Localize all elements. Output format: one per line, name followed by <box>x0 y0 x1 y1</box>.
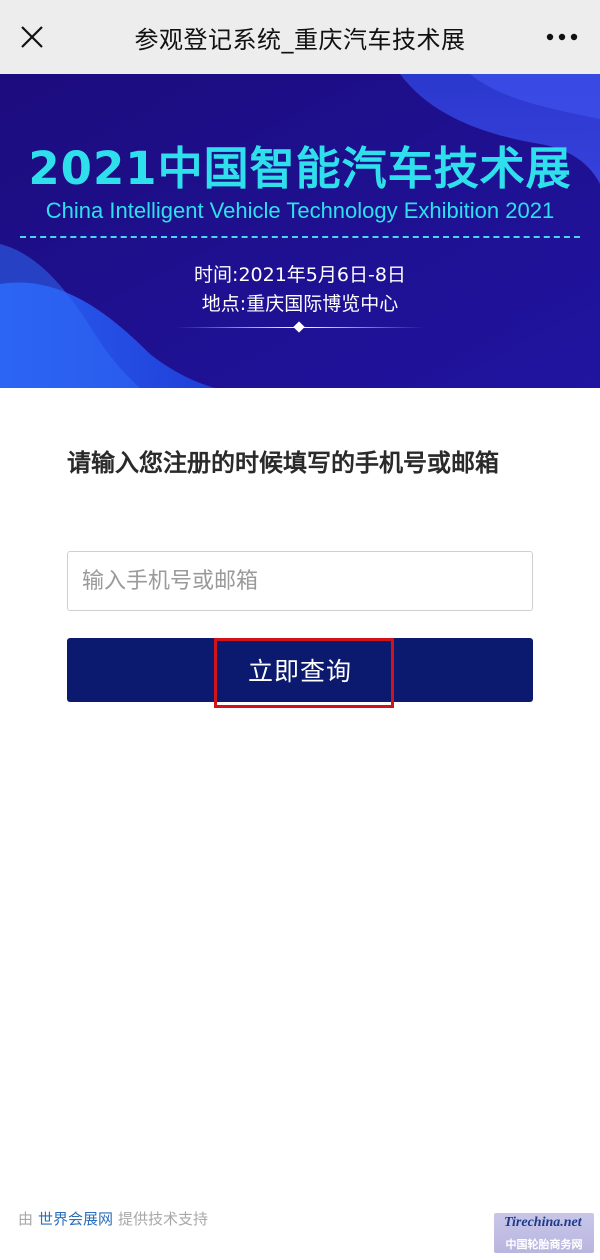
close-icon <box>21 26 43 48</box>
watermark-text: 中国轮胎商务网 <box>505 1238 583 1251</box>
more-button[interactable] <box>540 19 584 55</box>
exhibition-banner: 2021中国智能汽车技术展 China Intelligent Vehicle … <box>0 74 600 388</box>
page-title: 参观登记系统_重庆汽车技术展 <box>134 25 466 54</box>
banner-title: 2021中国智能汽车技术展 <box>28 142 572 195</box>
query-prompt: 请输入您注册的时候填写的手机号或邮箱 <box>67 449 499 477</box>
watermark-logo: Tirechina.net 中国轮胎商务网 <box>494 1213 594 1253</box>
watermark-logo-text: Tirechina.net <box>504 1215 582 1230</box>
phone-email-input[interactable] <box>67 551 533 611</box>
banner-subtitle: China Intelligent Vehicle Technology Exh… <box>45 198 555 223</box>
query-button[interactable]: 立即查询 <box>67 638 533 702</box>
footer-prefix: 由 <box>18 1210 34 1228</box>
query-button-label: 立即查询 <box>247 657 352 686</box>
banner-time: 时间:2021年5月6日-8日 <box>194 264 406 286</box>
footer-link[interactable]: 世界会展网 <box>38 1210 113 1228</box>
banner-dashed-divider <box>20 236 580 238</box>
banner-place: 地点:重庆国际博览中心 <box>201 293 399 315</box>
close-button[interactable] <box>14 19 50 55</box>
top-bar: 参观登记系统_重庆汽车技术展 <box>0 0 600 74</box>
more-dots-icon <box>546 33 578 41</box>
footer-credit: 由世界会展网 提供技术支持 <box>18 1208 208 1229</box>
footer-suffix: 提供技术支持 <box>118 1210 209 1228</box>
banner-background <box>0 74 600 388</box>
